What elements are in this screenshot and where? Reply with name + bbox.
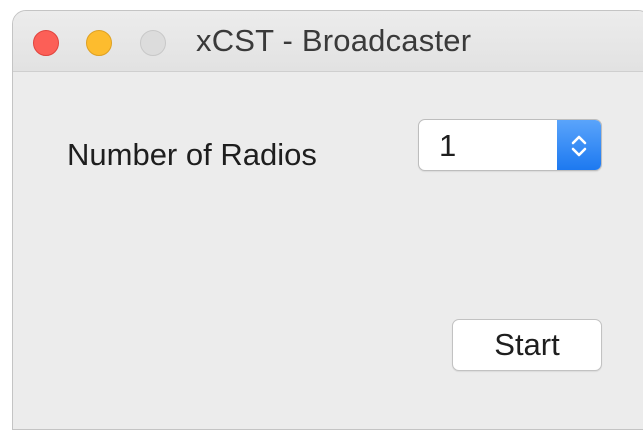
title-bar[interactable]: xCST - Broadcaster bbox=[13, 11, 643, 72]
minimize-window-button[interactable] bbox=[86, 30, 112, 56]
number-of-radios-value: 1 bbox=[439, 128, 457, 163]
start-button[interactable]: Start bbox=[452, 319, 602, 371]
number-of-radios-label: Number of Radios bbox=[67, 137, 317, 172]
zoom-window-button[interactable] bbox=[140, 30, 166, 56]
select-stepper[interactable] bbox=[557, 120, 601, 170]
number-of-radios-select[interactable]: 1 bbox=[418, 119, 602, 171]
window-content: Number of Radios 1 Start bbox=[13, 72, 643, 429]
window-title: xCST - Broadcaster bbox=[196, 23, 472, 58]
chevron-up-down-icon bbox=[571, 135, 587, 157]
app-window: xCST - Broadcaster Number of Radios 1 St… bbox=[12, 10, 643, 430]
close-window-button[interactable] bbox=[33, 30, 59, 56]
